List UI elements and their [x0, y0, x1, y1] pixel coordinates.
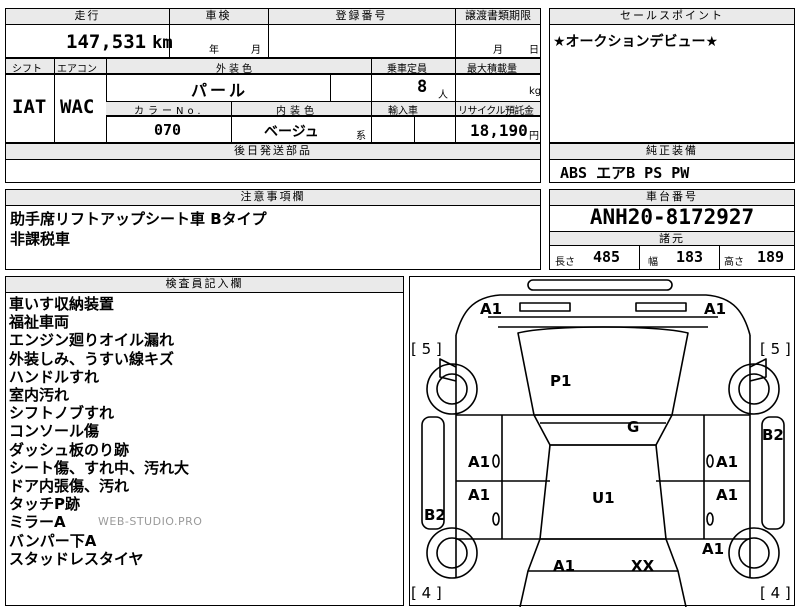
color-no-value: 070	[154, 121, 182, 139]
rear-left-damage: A1	[553, 557, 576, 575]
mileage-unit: km	[152, 33, 173, 53]
transfer-day-unit: 日	[529, 45, 539, 56]
roof-damage: U1	[592, 489, 615, 507]
right-rear-door-damage: A1	[716, 486, 739, 504]
equipment-box: 純正装備 ABS エアB PS PW	[549, 143, 795, 183]
exterior-label: 外装色	[216, 64, 255, 75]
chassis-value: ANH20-8172927	[589, 205, 755, 229]
tire-front-left-depth: [ 5 ]	[411, 340, 442, 358]
right-quarter-damage: A1	[702, 540, 725, 558]
hood-damage: P1	[550, 372, 572, 390]
left-side-damage: B2	[424, 506, 446, 524]
notes-line: 非課税車	[10, 230, 71, 248]
capacity-label: 乗車定員	[387, 64, 427, 75]
aircon-value: WAC	[60, 96, 95, 118]
vehicle-info-top: 走行 車検 登録番号 譲渡書類期限 147,531 km 年 月 月 日	[5, 8, 541, 58]
left-front-door-damage: A1	[468, 453, 491, 471]
equipment-value: ABS エアB PS PW	[560, 164, 690, 182]
list-item: 室内汚れ	[9, 386, 70, 405]
exterior-value: パール	[191, 81, 249, 100]
inspection-month-unit: 月	[251, 45, 261, 56]
interior-suffix: 系	[356, 131, 366, 142]
width-value: 183	[676, 248, 704, 266]
vehicle-spec-grid: シフト エアコン 外装色 乗車定員 最大積載量 IAT WAC パール 8 人 …	[5, 58, 541, 143]
watermark: WEB-STUDIO.PRO	[98, 515, 203, 528]
front-left-damage: A1	[480, 300, 503, 318]
recycle-label: リサイクル預託金	[458, 106, 534, 117]
later-parts-label: 後日発送部品	[6, 144, 540, 160]
tire-rear-right-depth: [ 4 ]	[760, 584, 791, 602]
registration-label: 登録番号	[335, 9, 388, 22]
list-item: 外装しみ、うすい線キズ	[9, 349, 175, 368]
length-value: 485	[593, 248, 621, 266]
shift-label: シフト	[12, 64, 42, 75]
list-item: コンソール傷	[9, 422, 100, 441]
recycle-unit: 円	[529, 131, 539, 142]
left-rear-door-damage: A1	[468, 486, 491, 504]
maxload-label: 最大積載量	[467, 64, 517, 75]
width-label: 幅	[648, 257, 658, 268]
mileage-value-wrap: 147,531 km	[66, 31, 173, 53]
car-outline	[421, 279, 785, 607]
length-label: 長さ	[555, 257, 575, 268]
inspector-label: 検査員記入欄	[6, 277, 403, 293]
rear-center-damage: XX	[631, 557, 655, 575]
mileage-value: 147,531	[66, 31, 147, 53]
inspection-label: 車検	[205, 9, 232, 22]
maxload-unit: kg	[529, 86, 542, 97]
notes-box: 注意事項欄 助手席リフトアップシート車 Bタイプ 非課税車	[5, 189, 541, 270]
list-item: 福祉車両	[9, 313, 70, 332]
shift-value: IAT	[12, 96, 47, 118]
inspection-year-unit: 年	[209, 45, 219, 56]
car-diagram: A1 A1 [ 5 ] [ 5 ] P1 G B2 A1 A1 A1 A1 U1…	[409, 276, 795, 607]
right-front-door-damage: A1	[716, 453, 739, 471]
transfer-month-unit: 月	[493, 45, 503, 56]
interior-label: 内装色	[276, 106, 318, 117]
right-side-damage: B2	[762, 426, 784, 444]
list-item: ドア内張傷、汚れ	[9, 477, 130, 496]
notes-label: 注意事項欄	[6, 190, 540, 206]
list-item: スタッドレスタイヤ	[9, 549, 144, 568]
list-item: タッチP跡	[9, 495, 80, 514]
capacity-unit: 人	[438, 90, 448, 101]
front-right-damage: A1	[704, 300, 727, 318]
height-label: 高さ	[724, 257, 744, 268]
later-parts-box: 後日発送部品	[5, 143, 541, 183]
list-item: シフトノブすれ	[9, 404, 115, 423]
recycle-value: 18,190	[470, 121, 528, 140]
mileage-label: 走行	[74, 9, 101, 22]
list-item: バンパー下A	[9, 531, 97, 550]
equipment-label: 純正装備	[550, 144, 794, 160]
chassis-box: 車台番号 ANH20-8172927 諸元 長さ 485 幅 183 高さ 18…	[549, 189, 795, 270]
sales-point-text: ★オークションデビュー★	[553, 34, 719, 50]
aircon-label: エアコン	[57, 64, 97, 75]
list-item: 車いす収納装置	[9, 295, 115, 313]
transfer-deadline-label: 譲渡書類期限	[465, 9, 531, 22]
height-value: 189	[757, 248, 785, 266]
windshield-damage: G	[627, 418, 640, 436]
sales-point-box: セールスポイント ★オークションデビュー★	[549, 8, 795, 143]
list-item: シート傷、すれ中、汚れ大	[9, 458, 190, 477]
capacity-value: 8	[417, 77, 428, 97]
sales-point-label: セールスポイント	[550, 9, 794, 25]
inspector-box: 検査員記入欄 車いす収納装置 福祉車両 エンジン廻りオイル漏れ 外装しみ、うすい…	[5, 276, 404, 606]
list-item: ダッシュ板のり跡	[9, 440, 130, 459]
tire-rear-left-depth: [ 4 ]	[411, 584, 442, 602]
chassis-label: 車台番号	[550, 190, 794, 206]
list-item: ハンドルすれ	[9, 367, 100, 386]
import-label: 輸入車	[388, 106, 418, 117]
color-no-label: カラーNo.	[134, 106, 205, 117]
list-item: エンジン廻りオイル漏れ	[9, 331, 175, 350]
notes-line: 助手席リフトアップシート車 Bタイプ	[10, 210, 267, 228]
spec-label: 諸元	[550, 231, 794, 246]
interior-value: ベージュ	[264, 124, 319, 140]
tire-front-right-depth: [ 5 ]	[760, 340, 791, 358]
